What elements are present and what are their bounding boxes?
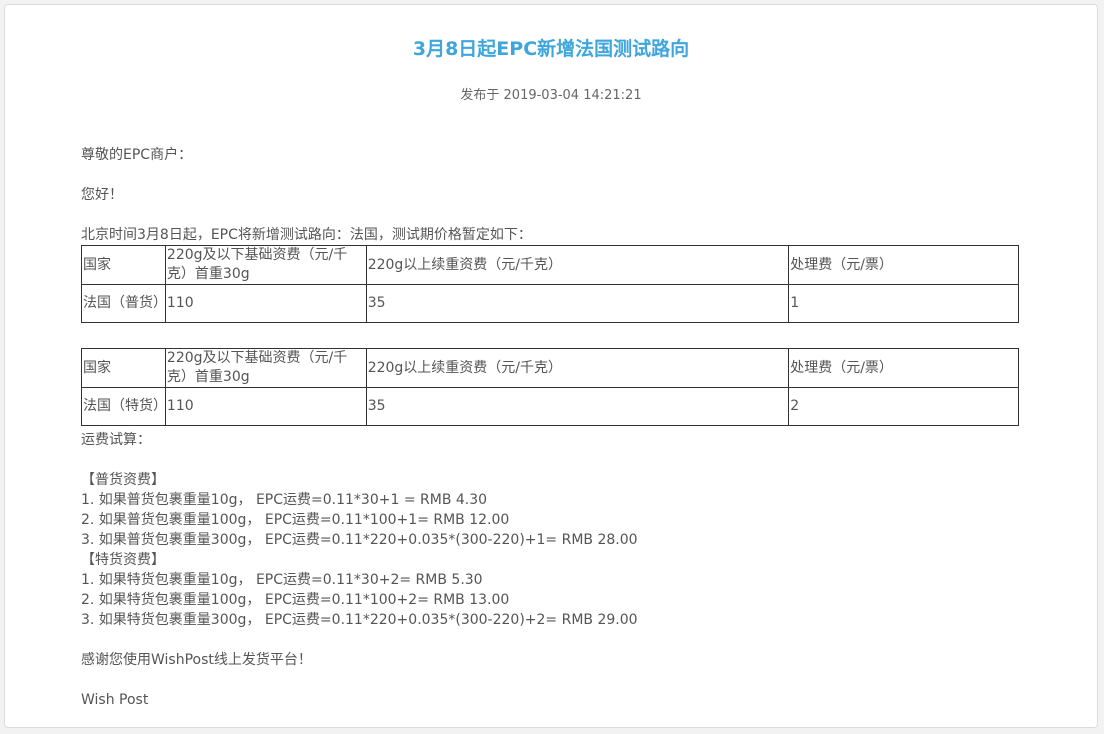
table-header-row: 国家 220g及以下基础资费（元/千克）首重30g 220g以上续重资费（元/千… xyxy=(81,245,1019,285)
table-header-cell: 国家 xyxy=(81,348,166,388)
calc-line: 1. 如果普货包裹重量10g， EPC运费=0.11*30+1 = RMB 4.… xyxy=(81,492,488,508)
table-header-cell: 处理费（元/票） xyxy=(788,348,1019,388)
table-header-cell: 220g及以下基础资费（元/千克）首重30g xyxy=(164,245,367,285)
announcement-card: 3月8日起EPC新增法国测试路向 发布于 2019-03-04 14:21:21… xyxy=(4,4,1098,728)
table-header-row: 国家 220g及以下基础资费（元/千克）首重30g 220g以上续重资费（元/千… xyxy=(81,348,1019,388)
table-header-cell: 220g以上续重资费（元/千克） xyxy=(365,245,790,285)
greeting-text: 尊敬的EPC商户： xyxy=(81,147,193,163)
special-heading: 【特货资费】 xyxy=(81,552,165,568)
calc-line: 1. 如果特货包裹重量10g， EPC运费=0.11*30+2= RMB 5.3… xyxy=(81,572,483,588)
table-cell: 2 xyxy=(788,387,1019,426)
table-cell: 法国（普货） xyxy=(81,284,167,323)
general-heading: 【普货资费】 xyxy=(81,472,165,488)
page-title: 3月8日起EPC新增法国测试路向 xyxy=(412,38,690,60)
table-cell: 1 xyxy=(788,284,1019,323)
table-cell: 35 xyxy=(365,284,790,323)
calc-line: 2. 如果普货包裹重量100g， EPC运费=0.11*100+1= RMB 1… xyxy=(81,512,510,528)
table-row: 法国（特货） 110 35 2 xyxy=(81,387,1019,426)
table-cell: 35 xyxy=(365,387,790,426)
table-cell: 法国（特货） xyxy=(81,387,167,426)
table-cell: 110 xyxy=(164,284,367,323)
rate-table-general: 国家 220g及以下基础资费（元/千克）首重30g 220g以上续重资费（元/千… xyxy=(81,245,1019,323)
rate-table-special: 国家 220g及以下基础资费（元/千克）首重30g 220g以上续重资费（元/千… xyxy=(81,348,1019,426)
calc-line: 2. 如果特货包裹重量100g， EPC运费=0.11*100+2= RMB 1… xyxy=(81,592,510,608)
table-header-cell: 220g以上续重资费（元/千克） xyxy=(365,348,790,388)
table-header-cell: 220g及以下基础资费（元/千克）首重30g xyxy=(164,348,367,388)
intro-text: 北京时间3月8日起，EPC将新增测试路向：法国，测试期价格暂定如下： xyxy=(81,227,532,243)
publish-date: 发布于 2019-03-04 14:21:21 xyxy=(460,88,642,103)
calc-line: 3. 如果普货包裹重量300g， EPC运费=0.11*220+0.035*(3… xyxy=(81,532,638,548)
table-cell: 110 xyxy=(164,387,367,426)
calc-line: 3. 如果特货包裹重量300g， EPC运费=0.11*220+0.035*(3… xyxy=(81,612,638,628)
signature-text: Wish Post xyxy=(81,692,149,708)
table-header-cell: 国家 xyxy=(81,245,166,285)
thanks-text: 感谢您使用WishPost线上发货平台！ xyxy=(81,652,312,668)
hello-text: 您好！ xyxy=(81,187,123,203)
table-row: 法国（普货） 110 35 1 xyxy=(81,284,1019,323)
calc-heading: 运费试算： xyxy=(81,432,151,448)
table-header-cell: 处理费（元/票） xyxy=(788,245,1019,285)
